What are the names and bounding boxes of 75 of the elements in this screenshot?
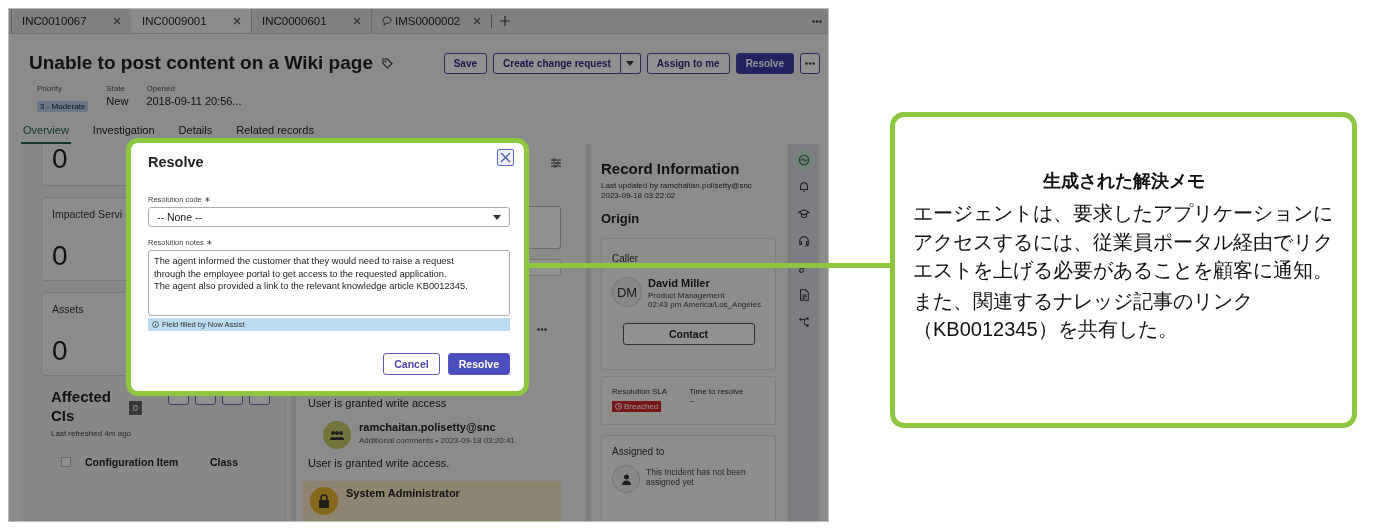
field-value: 2018-09-11 20:56... — [146, 95, 242, 107]
contact-button[interactable]: Contact — [622, 323, 755, 345]
callout-title: 生成された解決メモ — [1041, 170, 1206, 193]
update-note: Last updated by ramchaitan.polisetty@snc — [601, 181, 753, 191]
cancel-button[interactable]: Cancel — [383, 353, 440, 375]
refresh-note: Last refreshed 4m ago — [50, 429, 133, 438]
metric-label: Impacted Servi — [52, 208, 123, 220]
callout-text: エージェントは、要求したアプリケーションにアクセスするには、従業員ポータル経由でリクエストを上げる必要があることを顧客に通知。 — [913, 201, 1334, 283]
comment-author: System Administrator — [346, 487, 460, 501]
tag-icon[interactable] — [381, 57, 393, 69]
metric-value: 0 — [52, 145, 68, 173]
comment-meta: Additional comments • 2023-09-18 03:20:41 — [359, 436, 515, 445]
close-icon[interactable] — [233, 17, 241, 25]
field-value: New — [106, 95, 129, 107]
dropdown-button[interactable] — [620, 52, 641, 74]
lock-avatar-icon — [310, 487, 338, 515]
breached-badge: Breached — [612, 401, 662, 412]
sla-label: Time to resolve — [689, 387, 744, 396]
comment-text: User is granted write access. — [308, 457, 451, 469]
more-button[interactable] — [800, 52, 820, 74]
comment-author: ramchaitan.polisetty@snc — [359, 421, 497, 433]
section-heading: Affected CIs — [51, 387, 112, 425]
resolution-code-select[interactable]: -- None -- — [148, 207, 510, 227]
callout-text: また、関連するナレッジ記事のリンク（KB0012345）を共有した。 — [913, 288, 1254, 342]
field-label: Priority — [37, 84, 63, 93]
info-icon — [152, 321, 159, 328]
more-icon[interactable] — [812, 19, 822, 23]
select-all-checkbox[interactable] — [61, 457, 71, 467]
caret-icon — [626, 60, 635, 66]
field-label: State — [106, 84, 127, 93]
section-heading: Origin — [601, 211, 641, 226]
action-button[interactable]: Save — [443, 52, 487, 74]
card-heading: Assigned to — [612, 446, 666, 457]
close-button[interactable] — [497, 149, 514, 166]
record-title: Unable to post content on a Wiki page — [29, 52, 373, 74]
section-tab[interactable]: Investigation — [90, 124, 157, 144]
filter-icon[interactable] — [551, 158, 561, 168]
assignment-note: This Incident has not been assigned yet — [646, 467, 747, 487]
count-badge: 0 — [129, 401, 142, 415]
close-icon[interactable] — [473, 17, 481, 25]
close-icon[interactable] — [353, 17, 361, 25]
resolve-button[interactable]: Resolve — [735, 52, 794, 74]
metric-label: Assets — [52, 303, 84, 315]
close-icon[interactable] — [113, 17, 121, 25]
caret-icon — [493, 214, 501, 220]
caller-department: Product Management — [648, 291, 726, 300]
metric-value: 0 — [52, 337, 68, 365]
panel-title: Record Information — [601, 160, 741, 177]
update-timestamp: 2023-09-18 03:22:02 — [601, 191, 677, 201]
action-button[interactable]: Assign to me — [646, 52, 730, 74]
record-tab[interactable]: INC0000601 — [251, 9, 371, 33]
card-heading: Caller — [612, 253, 640, 264]
plus-icon[interactable] — [500, 16, 510, 26]
initials-avatar: DM — [612, 277, 642, 307]
priority-badge: 3 - Moderate — [37, 101, 89, 112]
more-icon[interactable] — [805, 61, 815, 65]
action-button[interactable]: Create change request — [493, 52, 621, 74]
caller-name: David Miller — [648, 277, 711, 289]
field-label: Opened — [146, 84, 176, 93]
metric-value: 0 — [52, 242, 68, 270]
caller-time: 02:43 pm America/Los_Angeles — [648, 300, 761, 309]
chat-icon — [382, 16, 392, 26]
person-icon — [612, 465, 640, 493]
column-header: Class — [210, 456, 239, 468]
activity-icon[interactable] — [794, 150, 814, 170]
activity-text: User is granted write access — [308, 397, 448, 409]
sla-label: Resolution SLA — [612, 387, 668, 396]
record-tab[interactable]: INC0009001 — [131, 9, 251, 33]
resolve-button[interactable]: Resolve — [447, 353, 510, 375]
dialog-title: Resolve — [148, 154, 204, 170]
sla-value: -- — [689, 396, 696, 405]
resolution-notes-field[interactable]: The agent informed the customer that they would need to raise a request through the employee portal to get access to the requested application. The agent also provided a link to the relevant knowledge article KB0012345. — [148, 250, 510, 316]
column-header: Configuration Item — [85, 456, 180, 468]
group-avatar-icon — [323, 421, 351, 449]
more-icon[interactable] — [537, 328, 547, 331]
